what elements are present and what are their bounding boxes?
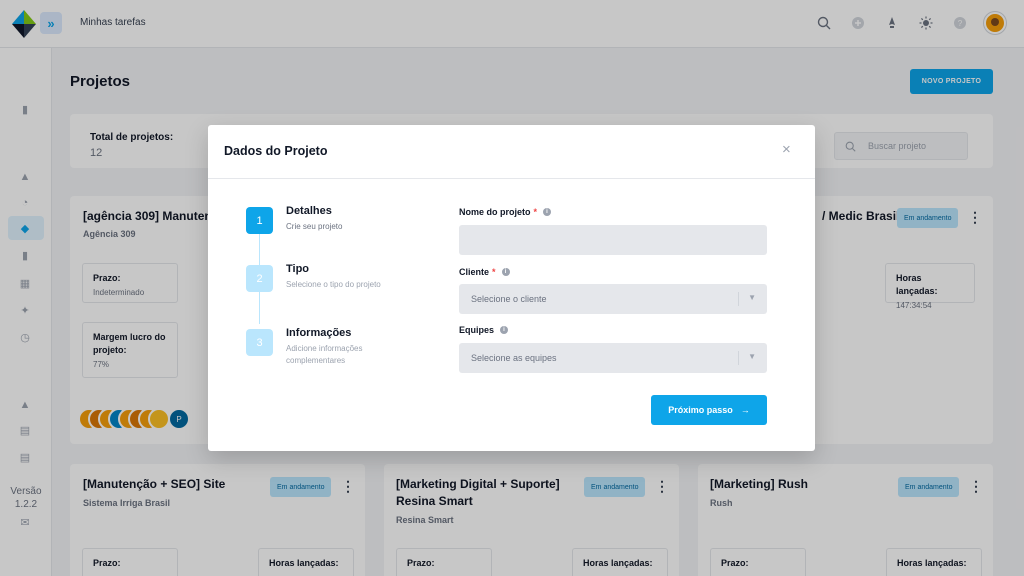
project-data-modal: Dados do Projeto × 1 Detalhes Crie seu p… — [208, 125, 815, 451]
required-mark: * — [492, 267, 496, 277]
stepper-connector — [259, 234, 260, 265]
required-mark: * — [533, 207, 538, 217]
step-description: Adicione informações complementares — [286, 344, 363, 365]
step-title: Detalhes — [286, 205, 332, 217]
info-icon[interactable]: i — [500, 326, 509, 334]
step-description: Crie seu projeto — [286, 222, 343, 231]
chevron-down-icon: ▼ — [748, 293, 756, 302]
client-select[interactable]: Selecione o cliente ▼ — [459, 284, 767, 314]
step-number: 1 — [246, 207, 273, 234]
step-title: Informações — [286, 327, 352, 339]
step-title: Tipo — [286, 263, 310, 275]
step-number: 3 — [246, 329, 273, 356]
info-icon[interactable]: i — [501, 268, 510, 276]
client-placeholder: Selecione o cliente — [471, 294, 547, 304]
step-number: 2 — [246, 265, 273, 292]
close-icon[interactable]: × — [782, 142, 791, 158]
chevron-down-icon: ▼ — [748, 352, 756, 361]
select-separator — [738, 292, 739, 306]
next-step-button[interactable]: Próximo passo → — [651, 395, 767, 425]
stepper-connector — [259, 292, 260, 324]
teams-placeholder: Selecione as equipes — [471, 353, 557, 363]
teams-select[interactable]: Selecione as equipes ▼ — [459, 343, 767, 373]
project-name-input[interactable] — [459, 225, 767, 255]
modal-header: Dados do Projeto × — [208, 125, 815, 179]
client-label: Cliente * i — [459, 267, 510, 277]
project-name-label: Nome do projeto * i — [459, 207, 552, 217]
teams-label-text: Equipes — [459, 325, 495, 335]
arrow-right-icon: → — [740, 405, 750, 415]
teams-label: Equipes i — [459, 325, 509, 335]
step-description: Selecione o tipo do projeto — [286, 280, 381, 289]
modal-title: Dados do Projeto — [224, 144, 328, 158]
next-step-label: Próximo passo — [668, 405, 733, 415]
select-separator — [738, 351, 739, 365]
project-name-label-text: Nome do projeto — [459, 207, 531, 217]
client-label-text: Cliente — [459, 267, 490, 277]
info-icon[interactable]: i — [543, 208, 552, 216]
